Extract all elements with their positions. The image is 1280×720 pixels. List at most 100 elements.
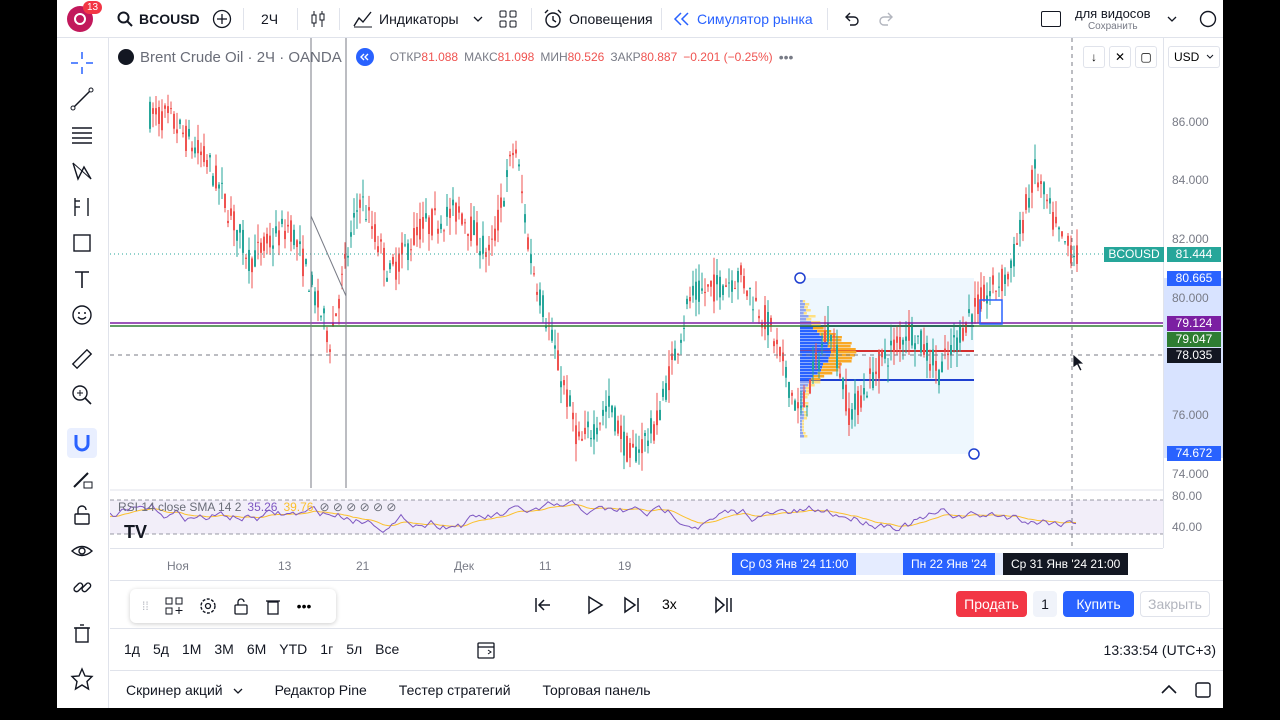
rsi-tick: 40.00 [1172,520,1203,534]
candle [440,215,442,234]
undo-button[interactable] [843,0,859,38]
candle [779,346,781,363]
text-tool[interactable] [67,264,97,294]
select-bar-icon[interactable] [534,596,552,614]
geometric-tool[interactable] [67,228,97,258]
trend-line[interactable] [310,215,347,297]
quantity-field[interactable]: 1 [1033,591,1057,617]
layout-dropdown[interactable] [1167,0,1177,38]
go-to-date-icon[interactable] [476,640,496,660]
trendline-tool[interactable] [67,84,97,114]
range-button[interactable]: YTD [279,641,307,657]
chart-type-button[interactable] [309,0,327,38]
tradingview-app: 13 BCOUSD 2Ч Индикаторы Оповещения Симул… [57,0,1223,708]
candle [221,167,223,200]
arrow-down-button[interactable]: ↓ [1083,46,1105,68]
redo-button[interactable] [879,0,895,38]
speed-button[interactable]: 3x [662,596,677,612]
range-button[interactable]: 6М [247,641,266,657]
more-options-icon[interactable]: ••• [297,598,312,614]
sync-drawings-tool[interactable] [67,572,97,602]
replay-legend-button[interactable] [355,48,374,66]
range-button[interactable]: 1М [182,641,201,657]
symbol-search-button[interactable]: BCOUSD [117,0,200,38]
small-rectangle-drawing[interactable] [979,299,1003,325]
range-button[interactable]: 5л [346,641,362,657]
unlock-icon[interactable] [233,597,249,615]
more-dots-icon[interactable]: ••• [779,49,794,65]
forecast-tool[interactable] [67,192,97,222]
trash-icon[interactable] [265,597,281,615]
candle [1034,144,1036,185]
compare-symbol-button[interactable] [212,0,232,38]
ruler-icon [71,348,93,370]
candle [212,173,214,187]
patterns-tool[interactable] [67,156,97,186]
currency-select[interactable]: USD [1168,46,1220,68]
step-forward-icon[interactable] [623,596,641,614]
chart-pane[interactable]: Brent Crude Oil · 2Ч · OANDA ОТКР 81.088 … [110,38,1163,548]
collapse-button[interactable]: ✕ [1109,46,1131,68]
candle [578,421,580,441]
quick-search-button[interactable] [1199,0,1217,38]
crosshair-tool[interactable] [67,48,97,78]
hide-drawings-tool[interactable] [67,536,97,566]
indicators-button[interactable]: Индикаторы [353,0,459,38]
bottom-tab[interactable]: Скринер акций [126,682,223,698]
drag-handle-icon[interactable]: ⁞⁞ [142,599,149,613]
chevron-up-icon[interactable] [1160,683,1178,695]
candle [1058,226,1060,242]
play-icon[interactable] [586,595,604,615]
maximize-button[interactable]: ▢ [1135,46,1157,68]
templates-button[interactable] [499,0,517,38]
range-button[interactable]: 1д [124,641,140,657]
user-avatar[interactable]: 13 [67,0,103,38]
range-button[interactable]: 3М [214,641,233,657]
add-object-icon[interactable] [165,597,183,615]
chevron-down-icon [1206,54,1214,59]
time-scale[interactable]: Ноя 13 21 Дек 11 19 1 12 Ср 03 Янв '24 1… [110,548,1163,580]
gear-icon[interactable] [199,597,217,615]
alerts-button[interactable]: Оповещения [543,0,653,38]
drawing-handle[interactable] [794,272,806,284]
interval-button[interactable]: 2Ч [261,0,278,38]
favorites-tool[interactable] [67,664,97,694]
price-scale[interactable]: USD 86.000 84.000 82.000 80.000 76.000 7… [1104,38,1223,548]
close-position-button[interactable]: Закрыть [1140,591,1210,617]
range-button[interactable]: 5д [153,641,169,657]
maximize-panel-icon[interactable] [1194,681,1212,699]
bottom-tab[interactable]: Тестер стратегий [399,682,511,698]
price-tick: 86.000 [1172,115,1209,129]
mouse-cursor-icon [1072,353,1086,372]
chevron-down-icon[interactable] [233,687,243,695]
candle [731,270,733,303]
drawing-handle[interactable] [968,448,980,460]
sell-button[interactable]: Продать [956,591,1027,617]
remove-drawings-tool[interactable] [67,618,97,648]
candle [467,233,469,251]
range-button[interactable]: Все [375,641,399,657]
clock-label[interactable]: 13:33:54 (UTC+3) [1104,642,1216,658]
layout-icon-button[interactable] [1041,0,1061,38]
candle [254,234,256,268]
range-button[interactable]: 1г [320,641,333,657]
candle [392,253,394,267]
replay-button[interactable]: Симулятор рынка [673,0,813,38]
layout-name-button[interactable]: для видосов Сохранить [1075,0,1151,38]
magnet-tool[interactable] [67,428,97,458]
candle [443,228,445,242]
indicators-dropdown[interactable] [473,0,483,38]
bottom-tab[interactable]: Редактор Pine [275,682,367,698]
ruler-tool[interactable] [67,344,97,374]
buy-button[interactable]: Купить [1063,591,1134,617]
lock-drawings-tool[interactable] [67,500,97,530]
fib-tool[interactable] [67,120,97,150]
jump-to-realtime-icon[interactable] [714,596,734,614]
rsi-visibility-icons[interactable]: ⊘ ⊘ ⊘ ⊘ ⊘ ⊘ [319,500,396,514]
icons-tool[interactable] [67,300,97,330]
candle [533,266,535,277]
draw-mode-tool[interactable] [67,464,97,494]
bottom-tab[interactable]: Торговая панель [543,682,651,698]
chart-canvas[interactable] [110,38,1163,548]
zoom-tool[interactable] [67,380,97,410]
